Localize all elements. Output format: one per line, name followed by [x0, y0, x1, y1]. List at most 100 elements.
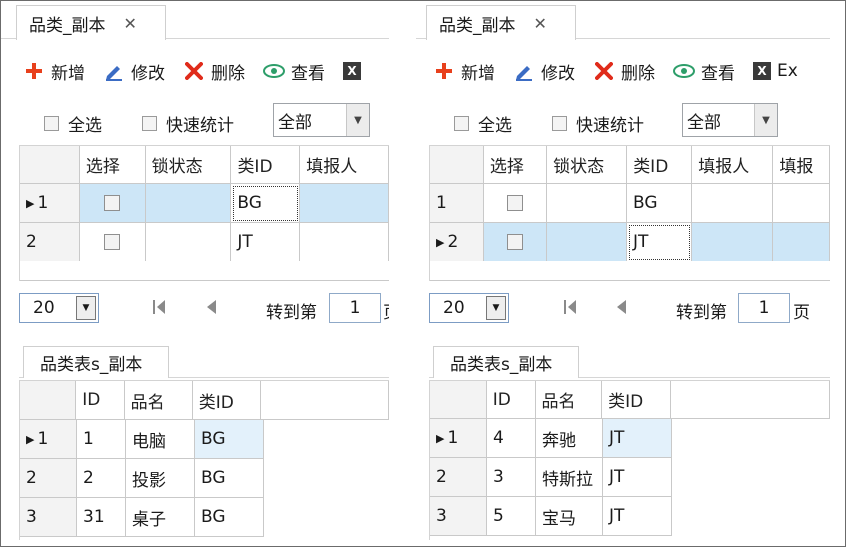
row-number[interactable]: 2	[430, 458, 487, 497]
table-row[interactable]: ▶ 1 1 电脑 BG	[20, 420, 389, 459]
type-id-cell[interactable]: BG	[195, 498, 264, 537]
table-row[interactable]: ▶ 1 BG	[20, 184, 389, 223]
product-name-cell[interactable]: 投影	[126, 459, 195, 498]
column-header[interactable]: 填报人	[692, 146, 774, 184]
id-cell[interactable]: 4	[487, 419, 536, 458]
checkbox-box[interactable]	[142, 116, 157, 131]
page-number-input[interactable]: 1	[738, 293, 790, 323]
lock-status-cell[interactable]	[546, 223, 627, 262]
page-number-input[interactable]: 1	[329, 293, 381, 323]
row-select-checkbox[interactable]	[79, 184, 146, 223]
chevron-down-icon[interactable]: ▼	[486, 296, 506, 320]
product-name-cell[interactable]: 桌子	[126, 498, 195, 537]
checkbox-box[interactable]	[552, 116, 567, 131]
chevron-down-icon[interactable]: ▼	[346, 104, 369, 136]
product-name-cell[interactable]: 特斯拉	[536, 458, 603, 497]
page-size-select[interactable]: 20 ▼	[429, 293, 509, 323]
table-row[interactable]: ▶ 1 4 奔驰 JT	[430, 419, 830, 458]
product-name-cell[interactable]: 电脑	[126, 420, 195, 459]
close-icon[interactable]: ✕	[534, 14, 547, 33]
first-page-icon[interactable]	[152, 298, 166, 320]
close-icon[interactable]: ✕	[124, 14, 137, 33]
column-header[interactable]: 类ID	[192, 381, 261, 420]
quick-stats-checkbox[interactable]: 快速统计	[142, 111, 234, 136]
row-select-checkbox[interactable]	[79, 223, 146, 262]
detail-tab[interactable]: 品类表s_副本	[433, 346, 579, 378]
table-row[interactable]: 2 3 特斯拉 JT	[430, 458, 830, 497]
id-cell[interactable]: 5	[487, 497, 536, 536]
document-tab[interactable]: 品类_副本 ✕	[16, 5, 166, 40]
row-number[interactable]: ▶ 1	[20, 420, 77, 459]
column-header[interactable]: 类ID	[627, 146, 693, 184]
export-button[interactable]: X Ex	[753, 61, 798, 81]
type-id-cell[interactable]: JT	[603, 419, 672, 458]
checkbox-box[interactable]	[454, 116, 469, 131]
row-number[interactable]: ▶ 1	[20, 184, 80, 223]
column-header[interactable]: 锁状态	[547, 146, 628, 184]
reporter-cell[interactable]	[692, 223, 774, 262]
prev-page-icon[interactable]	[615, 298, 627, 320]
delete-button[interactable]: 删除	[183, 59, 245, 84]
table-row[interactable]: 3 5 宝马 JT	[430, 497, 830, 536]
column-header[interactable]: 类ID	[602, 381, 671, 419]
row-select-checkbox[interactable]	[483, 223, 547, 262]
product-name-cell[interactable]: 奔驰	[536, 419, 603, 458]
filter-dropdown[interactable]: 全部 ▼	[682, 103, 778, 137]
table-row[interactable]: 2 2 投影 BG	[20, 459, 389, 498]
column-header[interactable]: 类ID	[231, 146, 301, 184]
lock-status-cell[interactable]	[546, 184, 627, 223]
column-header[interactable]: 锁状态	[145, 146, 232, 184]
add-button[interactable]: 新增	[433, 59, 495, 84]
type-id-cell[interactable]: JT	[627, 223, 693, 262]
document-tab[interactable]: 品类_副本 ✕	[426, 5, 576, 40]
select-all-checkbox[interactable]: 全选	[44, 111, 102, 136]
edit-button[interactable]: 修改	[103, 59, 165, 84]
id-cell[interactable]: 31	[77, 498, 126, 537]
column-header[interactable]: ID	[486, 381, 536, 419]
reporter-cell[interactable]	[773, 184, 830, 223]
row-number[interactable]: 2	[20, 459, 77, 498]
reporter-cell[interactable]	[773, 223, 830, 262]
column-header[interactable]: 选择	[483, 146, 548, 184]
column-header[interactable]: 填报人	[300, 146, 389, 184]
table-row[interactable]: 1 BG	[430, 184, 830, 223]
type-id-cell[interactable]: BG	[195, 459, 264, 498]
reporter-cell[interactable]	[300, 223, 389, 262]
export-button[interactable]: X	[343, 62, 367, 80]
quick-stats-checkbox[interactable]: 快速统计	[552, 111, 644, 136]
type-id-cell[interactable]: JT	[603, 497, 672, 536]
type-id-cell[interactable]: JT	[603, 458, 672, 497]
view-button[interactable]: 查看	[673, 59, 735, 84]
row-number[interactable]: ▶ 2	[430, 223, 484, 262]
id-cell[interactable]: 1	[77, 420, 126, 459]
id-cell[interactable]: 3	[487, 458, 536, 497]
type-id-cell[interactable]: BG	[231, 184, 301, 223]
row-number[interactable]: 1	[430, 184, 484, 223]
edit-button[interactable]: 修改	[513, 59, 575, 84]
type-id-cell[interactable]: BG	[627, 184, 693, 223]
select-all-checkbox[interactable]: 全选	[454, 111, 512, 136]
column-header[interactable]: 选择	[79, 146, 146, 184]
type-id-cell[interactable]: BG	[195, 420, 264, 459]
column-header[interactable]: 填报	[773, 146, 830, 184]
row-select-checkbox[interactable]	[483, 184, 547, 223]
product-name-cell[interactable]: 宝马	[536, 497, 603, 536]
checkbox-box[interactable]	[44, 116, 59, 131]
add-button[interactable]: 新增	[23, 59, 85, 84]
prev-page-icon[interactable]	[205, 298, 217, 320]
first-page-icon[interactable]	[563, 298, 577, 320]
reporter-cell[interactable]	[300, 184, 389, 223]
table-row[interactable]: ▶ 2 JT	[430, 223, 830, 262]
table-row[interactable]: 3 31 桌子 BG	[20, 498, 389, 537]
table-row[interactable]: 2 JT	[20, 223, 389, 262]
column-header[interactable]: 品名	[535, 381, 603, 419]
view-button[interactable]: 查看	[263, 59, 325, 84]
delete-button[interactable]: 删除	[593, 59, 655, 84]
row-number[interactable]: ▶ 1	[430, 419, 487, 458]
lock-status-cell[interactable]	[145, 184, 232, 223]
row-number[interactable]: 2	[20, 223, 80, 262]
column-header[interactable]: 品名	[124, 381, 193, 420]
detail-tab[interactable]: 品类表s_副本	[23, 346, 169, 378]
row-number[interactable]: 3	[20, 498, 77, 537]
lock-status-cell[interactable]	[145, 223, 232, 262]
